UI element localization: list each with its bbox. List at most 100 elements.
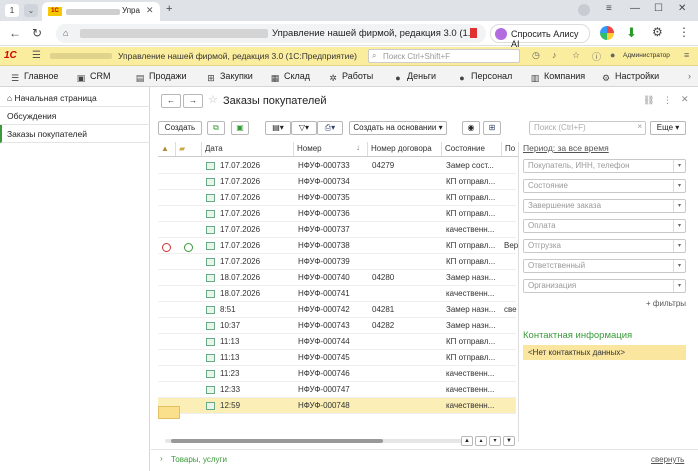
dropdown-arrow-icon[interactable]: ▾: [673, 280, 685, 292]
report-button[interactable]: ◉: [462, 121, 480, 135]
form-close-icon[interactable]: ✕: [681, 94, 689, 105]
print-menu-button[interactable]: ▤▾: [265, 121, 291, 135]
create-button[interactable]: Создать: [158, 121, 202, 135]
table-row[interactable]: 17.07.2026 НФУФ-000739 КП отправл...: [158, 254, 516, 270]
table-row[interactable]: 11:13 НФУФ-000745 КП отправл...: [158, 350, 516, 366]
table-row[interactable]: 17.07.2026 НФУФ-000736 КП отправл...: [158, 206, 516, 222]
create-based-on-button[interactable]: Создать на основании ▾: [349, 121, 447, 135]
scroll-right-icon[interactable]: ›: [688, 71, 691, 81]
table-row[interactable]: 10:37 НФУФ-000743 04282 Замер назн...: [158, 318, 516, 334]
post-button[interactable]: ▣: [231, 121, 249, 135]
scroll-bottom-button[interactable]: ▼: [503, 436, 515, 446]
clear-search-icon[interactable]: ×: [637, 122, 642, 131]
table-row[interactable]: 18.07.2026 НФУФ-000741 качественн...: [158, 286, 516, 302]
site-info-icon[interactable]: ⌂: [63, 28, 68, 38]
col-date[interactable]: Дата: [202, 142, 294, 156]
favorite-star-icon[interactable]: ☆: [208, 93, 218, 106]
scroll-top-button[interactable]: ▲: [461, 436, 473, 446]
table-row[interactable]: 8:51 НФУФ-000742 04281 Замер назн... све: [158, 302, 517, 318]
back-button[interactable]: ←: [161, 94, 181, 108]
info-icon[interactable]: ⓘ: [592, 50, 601, 63]
history-icon[interactable]: ◷: [532, 50, 540, 61]
form-more-icon[interactable]: ⋮: [663, 95, 672, 106]
url-field[interactable]: ⌂ Управление нашей фирмой, редакция 3.0 …: [56, 24, 486, 43]
settings-menu-icon[interactable]: ≡: [684, 50, 689, 60]
reload-icon[interactable]: ↻: [32, 26, 42, 40]
dropdown-arrow-icon[interactable]: ▾: [673, 160, 685, 172]
table-row[interactable]: 17.07.2026 НФУФ-000735 КП отправл...: [158, 190, 516, 206]
table-row[interactable]: 12:59 НФУФ-000748 качественн...: [158, 398, 516, 414]
table-row[interactable]: 17.07.2026 НФУФ-000738 КП отправл... Вер: [158, 238, 518, 254]
new-tab-icon[interactable]: +: [166, 3, 172, 15]
more-button[interactable]: Еще ▾: [650, 121, 686, 135]
filter-responsible[interactable]: Ответственный ▾: [523, 259, 686, 273]
scroll-thumb[interactable]: [171, 439, 383, 443]
dropdown-arrow-icon[interactable]: ▾: [673, 180, 685, 192]
main-menu-icon[interactable]: ☰: [32, 50, 41, 61]
table-row[interactable]: 17.07.2026 НФУФ-000737 качественн...: [158, 222, 516, 238]
filter-completion[interactable]: Завершение заказа ▾: [523, 199, 686, 213]
col-state[interactable]: Состояние: [442, 142, 502, 156]
tab-close-icon[interactable]: ✕: [146, 5, 154, 16]
alice-button[interactable]: Спросить Алису AI: [490, 24, 590, 49]
forward-button[interactable]: →: [183, 94, 203, 108]
filter-organization[interactable]: Организация ▾: [523, 279, 686, 293]
collapse-link[interactable]: свернуть: [651, 455, 684, 464]
filter-menu-button[interactable]: ▽▾: [291, 121, 317, 135]
link-icon[interactable]: ⛓: [643, 95, 654, 106]
bookmark-icon[interactable]: [470, 28, 477, 38]
discussions-item[interactable]: Обсуждения: [0, 107, 150, 125]
table-row[interactable]: 12:33 НФУФ-000747 качественн...: [158, 382, 516, 398]
section-money[interactable]: ● Деньги: [393, 71, 436, 83]
table-row[interactable]: 11:13 НФУФ-000744 КП отправл...: [158, 334, 516, 350]
col-contract[interactable]: Номер договора: [368, 142, 442, 156]
table-row[interactable]: 18.07.2026 НФУФ-000740 04280 Замер назн...: [158, 270, 516, 286]
home-page-item[interactable]: ⌂ Начальная страница: [0, 89, 150, 107]
extensions-puzzle-icon[interactable]: ⚙: [652, 25, 663, 39]
back-icon[interactable]: ←: [9, 26, 21, 40]
download-icon[interactable]: ⬇: [626, 25, 637, 41]
extension-icon[interactable]: [600, 26, 614, 40]
filter-state[interactable]: Состояние ▾: [523, 179, 686, 193]
structure-button[interactable]: ⊞: [483, 121, 501, 135]
dropdown-arrow-icon[interactable]: ▾: [673, 220, 685, 232]
col-extra[interactable]: По: [502, 142, 518, 156]
filter-shipment[interactable]: Отгрузка ▾: [523, 239, 686, 253]
scroll-down-button[interactable]: ▾: [489, 436, 501, 446]
global-search-input[interactable]: ⌕ Поиск Ctrl+Shift+F: [368, 49, 520, 63]
tabs-dropdown-icon[interactable]: ⌄: [24, 4, 38, 17]
table-row[interactable]: 11:23 НФУФ-000746 качественн...: [158, 366, 516, 382]
section-staff[interactable]: ● Персонал: [457, 71, 512, 83]
copy-button[interactable]: ⧉: [207, 121, 225, 135]
menu-icon[interactable]: ≡: [606, 3, 612, 14]
notifications-icon[interactable]: ♪: [552, 50, 557, 60]
section-purchases[interactable]: ⊞ Закупки: [206, 71, 253, 83]
period-link[interactable]: Период: за все время: [523, 143, 609, 153]
dropdown-arrow-icon[interactable]: ▾: [673, 260, 685, 272]
dropdown-arrow-icon[interactable]: ▾: [673, 240, 685, 252]
section-settings[interactable]: ⚙ Настройки: [601, 71, 659, 83]
list-search-input[interactable]: Поиск (Ctrl+F) ×: [529, 121, 646, 135]
browser-tab[interactable]: 1С Упра ✕: [42, 2, 160, 21]
section-main[interactable]: ☰ Главное: [10, 71, 58, 83]
filter-payment[interactable]: Оплата ▾: [523, 219, 686, 233]
window-close-icon[interactable]: ✕: [678, 3, 686, 14]
expand-chevron-icon[interactable]: ›: [160, 454, 163, 463]
section-sales[interactable]: ▤ Продажи: [135, 71, 187, 83]
favorites-icon[interactable]: ☆: [572, 50, 580, 61]
add-filters-link[interactable]: + фильтры: [646, 299, 686, 308]
minimize-icon[interactable]: —: [630, 3, 640, 14]
filter-customer[interactable]: Покупатель, ИНН, телефон ▾: [523, 159, 686, 173]
profile-icon[interactable]: [578, 4, 590, 16]
user-name[interactable]: Администратор: [623, 52, 670, 59]
section-company[interactable]: ▥ Компания: [530, 71, 585, 83]
section-warehouse[interactable]: ▦ Склад: [270, 71, 310, 83]
horizontal-scrollbar[interactable]: [165, 439, 465, 443]
more-icon[interactable]: ⋮: [678, 25, 690, 39]
maximize-icon[interactable]: ☐: [654, 3, 663, 14]
printer-button[interactable]: ⎙▾: [317, 121, 343, 135]
section-works[interactable]: ✲ Работы: [328, 71, 373, 83]
customer-orders-item[interactable]: Заказы покупателей: [0, 125, 150, 143]
goods-services-link[interactable]: Товары, услуги: [171, 455, 227, 464]
dropdown-arrow-icon[interactable]: ▾: [673, 200, 685, 212]
